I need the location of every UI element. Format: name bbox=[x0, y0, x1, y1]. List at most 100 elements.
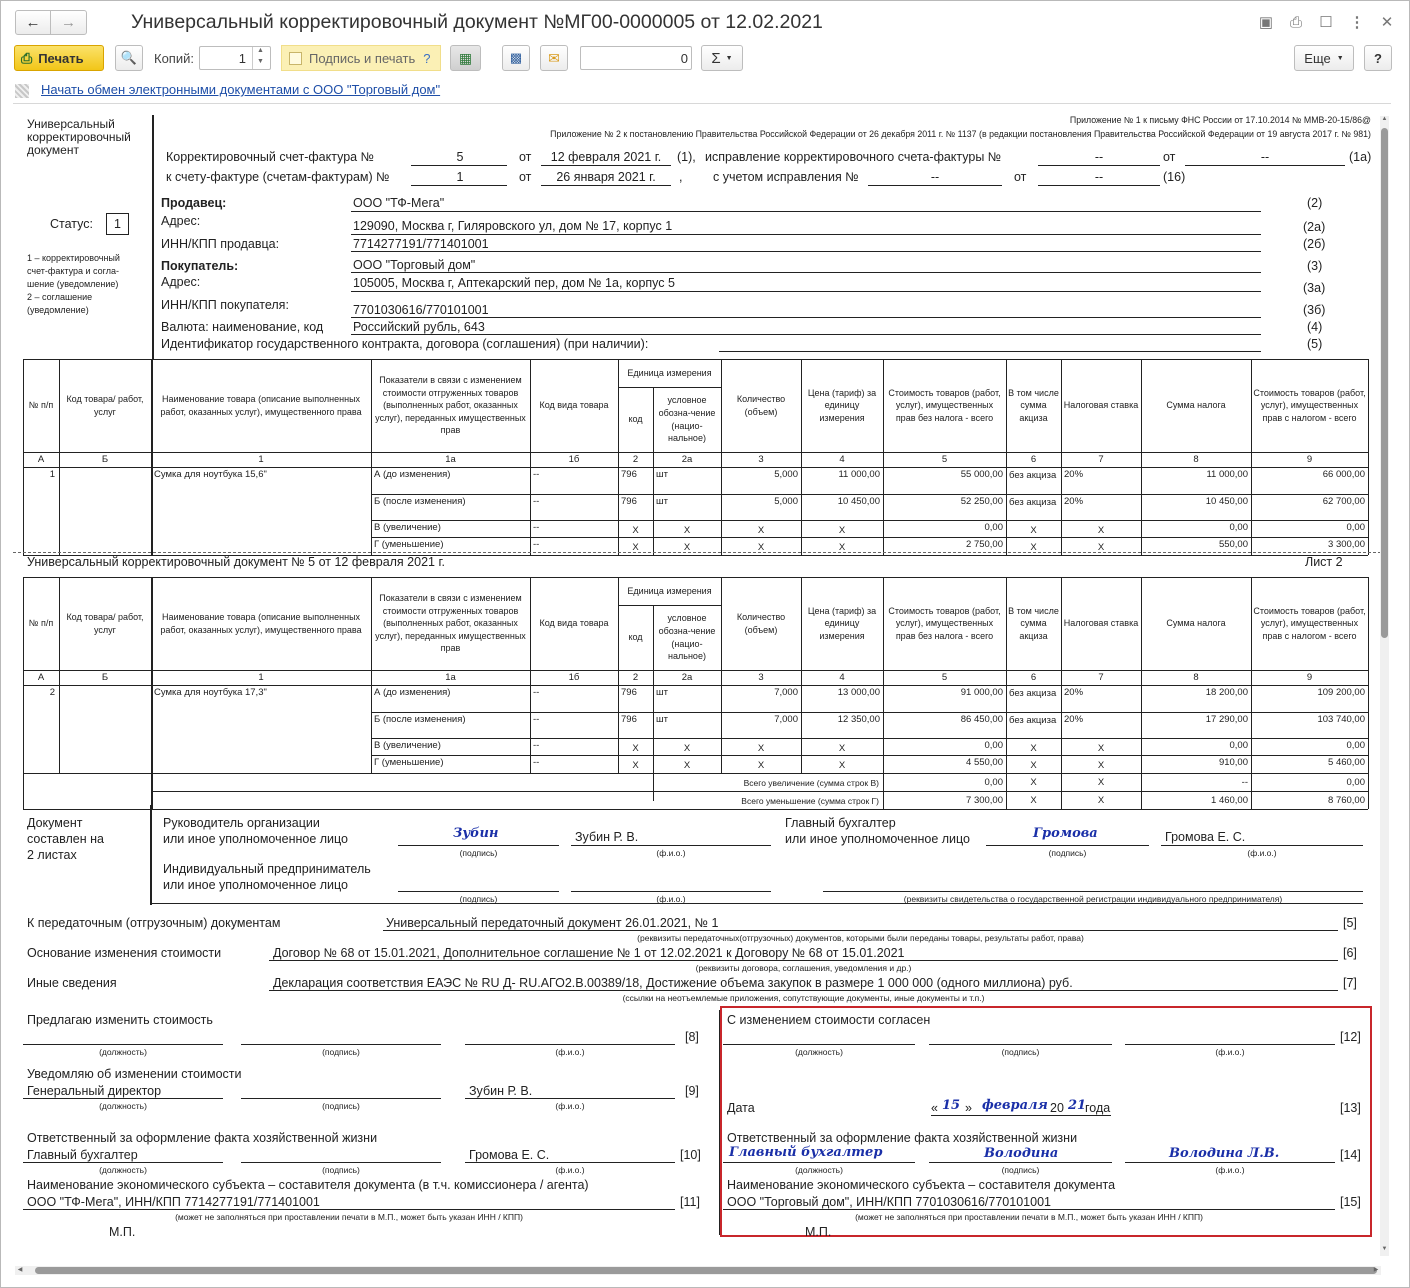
date-quote-close: » bbox=[965, 1101, 972, 1115]
scroll-right-icon[interactable]: ▶ bbox=[1371, 1266, 1381, 1275]
chief-accountant-label: Главный бухгалтер или иное уполномоченно… bbox=[785, 816, 971, 846]
sum-field[interactable]: 0 bbox=[580, 46, 692, 70]
print-button[interactable]: ⎙ Печать bbox=[14, 45, 104, 71]
sigma-icon: Σ bbox=[711, 49, 721, 67]
table-cell: В (увеличение) bbox=[374, 740, 441, 751]
table-rule bbox=[371, 520, 1368, 521]
back-button[interactable]: ← bbox=[15, 10, 51, 35]
table-cell: А (до изменения) bbox=[374, 469, 451, 480]
copies-input[interactable]: 1 ▲ ▼ bbox=[199, 46, 271, 70]
table-cell: -- bbox=[533, 496, 540, 507]
scroll-down-icon[interactable]: ▼ bbox=[1380, 1246, 1389, 1256]
transfer-docs-caption: (реквизиты передаточных(отгрузочных) док… bbox=[637, 933, 1084, 943]
caption-signature: (подпись) bbox=[322, 1165, 360, 1175]
help-button[interactable]: ? bbox=[1364, 45, 1392, 71]
buyer-address: 105005, Москва г, Аптекарский пер, дом №… bbox=[353, 276, 675, 290]
rule bbox=[351, 291, 1261, 292]
scroll-left-icon[interactable]: ◀ bbox=[15, 1266, 25, 1275]
code-5b: [5] bbox=[1343, 916, 1357, 930]
sum-mode-button[interactable]: Σ ▼ bbox=[701, 45, 743, 71]
table-cell: 17 290,00 bbox=[1205, 714, 1248, 725]
table-cell: -- bbox=[533, 522, 540, 533]
rule bbox=[351, 317, 1261, 318]
more-button[interactable]: Еще ▼ bbox=[1294, 45, 1354, 71]
edo-exchange-link[interactable]: Начать обмен электронными документами с … bbox=[41, 82, 440, 97]
table-cell: X bbox=[757, 743, 765, 754]
forward-button[interactable]: → bbox=[50, 10, 87, 35]
table-rule bbox=[371, 738, 1368, 739]
left-doc-title: Универсальный корректировочный документ bbox=[27, 117, 131, 157]
table-header-cell: Стоимость товаров (работ, услуг), имущес… bbox=[888, 387, 1001, 423]
save-icon[interactable]: ▣ bbox=[1258, 15, 1274, 31]
vertical-scrollbar[interactable]: ▲ ▼ bbox=[1380, 116, 1389, 1256]
table-cell: без акциза bbox=[1009, 715, 1057, 726]
propose-label: Предлагаю изменить стоимость bbox=[27, 1013, 213, 1027]
currency-label: Валюта: наименование, код bbox=[161, 320, 324, 334]
basis-value: Договор № 68 от 15.01.2021, Дополнительн… bbox=[273, 946, 905, 960]
print-preview-button[interactable]: 🔍 bbox=[115, 45, 143, 71]
with-fix-date: -- bbox=[1094, 170, 1104, 184]
table-cell: X bbox=[838, 760, 846, 771]
other-label: Иные сведения bbox=[27, 976, 117, 990]
vertical-scroll-thumb[interactable] bbox=[1381, 128, 1388, 638]
column-code-cell: 3 bbox=[758, 671, 764, 683]
sign-and-print-label: Подпись и печать bbox=[309, 50, 416, 66]
rule bbox=[723, 1162, 915, 1163]
rule bbox=[1185, 165, 1345, 166]
fix-no: -- bbox=[1094, 150, 1104, 164]
preview-icon[interactable]: ☐ bbox=[1318, 15, 1334, 31]
notify-name: Зубин Р. В. bbox=[469, 1084, 533, 1098]
send-email-button[interactable]: ✉ bbox=[540, 45, 568, 71]
caption-signature: (подпись) bbox=[1001, 1165, 1040, 1175]
code-9: [9] bbox=[685, 1084, 699, 1098]
code-5: (5) bbox=[1307, 337, 1323, 351]
stamp-label: М.П. bbox=[805, 1225, 832, 1239]
spin-up-icon[interactable]: ▲ bbox=[252, 47, 268, 58]
code-10: [10] bbox=[680, 1148, 701, 1162]
rule bbox=[541, 165, 671, 166]
column-code-cell: 2а bbox=[681, 671, 693, 683]
table-cell: -- bbox=[533, 687, 540, 698]
code-6: [6] bbox=[1343, 946, 1357, 960]
seller-inn-label: ИНН/КПП продавца: bbox=[161, 237, 280, 251]
column-code-cell: 6 bbox=[1030, 453, 1037, 465]
table-cell: Б (после изменения) bbox=[374, 496, 466, 507]
column-code-cell: 7 bbox=[1098, 671, 1104, 683]
copies-label: Копий: bbox=[154, 51, 194, 66]
table-cell: 0,00 bbox=[1346, 522, 1366, 533]
save-file-button[interactable]: ▩ bbox=[502, 45, 530, 71]
print-icon[interactable]: ⎙ bbox=[1288, 15, 1304, 31]
table-header-cell: Показатели в связи с изменением стоимост… bbox=[375, 593, 526, 654]
horizontal-scrollbar[interactable]: ◀ ▶ bbox=[15, 1266, 1381, 1275]
table-cell: X bbox=[1030, 525, 1037, 536]
rule bbox=[241, 1098, 441, 1099]
other-caption: (ссылки на неотъемлемые приложения, сопу… bbox=[622, 993, 985, 1003]
form-separator bbox=[13, 103, 1391, 104]
chief-accountant-name: Громова Е. С. bbox=[1165, 830, 1246, 844]
table-cell: Б (после изменения) bbox=[374, 714, 466, 725]
rule bbox=[571, 891, 771, 892]
code-8: [8] bbox=[685, 1030, 699, 1044]
close-icon[interactable]: ✕ bbox=[1379, 15, 1395, 31]
scroll-up-icon[interactable]: ▲ bbox=[1380, 116, 1389, 126]
rule bbox=[269, 960, 1338, 961]
horizontal-scroll-thumb[interactable] bbox=[35, 1267, 1377, 1274]
spin-down-icon[interactable]: ▼ bbox=[252, 58, 268, 69]
edo-button[interactable]: ▦ bbox=[450, 45, 481, 71]
code-2b: (2б) bbox=[1303, 237, 1326, 251]
table-cell: шт bbox=[656, 687, 668, 698]
sign-and-print-checkbox[interactable]: Подпись и печать ? bbox=[281, 45, 441, 71]
seller-address: 129090, Москва г, Гиляровского ул, дом №… bbox=[353, 219, 673, 233]
table-cell: X bbox=[632, 760, 639, 771]
total-cell: 0,00 bbox=[1346, 777, 1366, 788]
more-button-label: Еще bbox=[1304, 50, 1331, 66]
rule bbox=[868, 185, 1002, 186]
column-code-cell: 5 bbox=[941, 453, 948, 465]
more-vertical-icon[interactable]: ⋮ bbox=[1349, 15, 1365, 31]
table-rule bbox=[23, 809, 1368, 810]
rule bbox=[241, 1162, 441, 1163]
help-question-icon[interactable]: ? bbox=[423, 51, 430, 66]
column-code-cell: 9 bbox=[1306, 671, 1313, 683]
rule bbox=[411, 165, 507, 166]
rule bbox=[351, 211, 1261, 212]
